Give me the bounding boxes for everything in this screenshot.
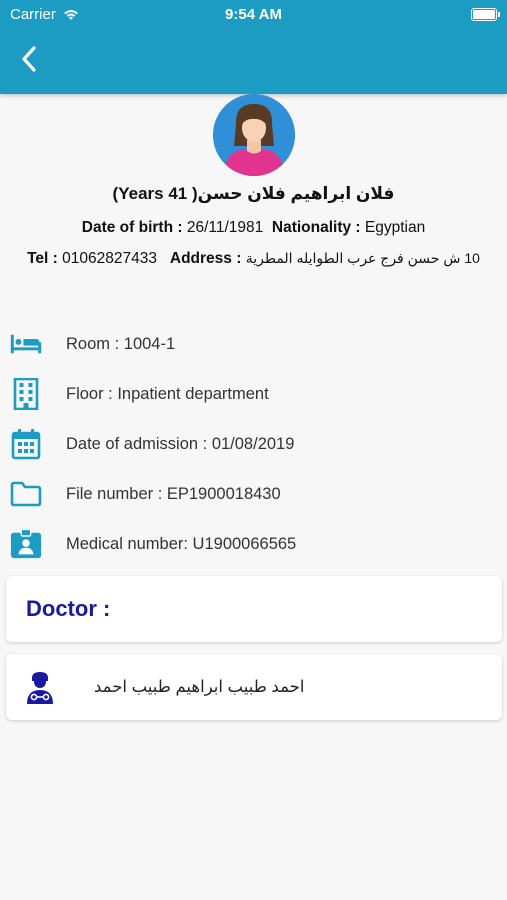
patient-avatar <box>213 94 295 176</box>
medical-number-row: Medical number: U1900066565 <box>10 527 490 561</box>
doctor-name: احمد طبيب ابراهيم طبيب احمد <box>94 678 305 696</box>
nationality-value: Egyptian <box>364 219 426 236</box>
status-time: 9:54 AM <box>225 6 282 23</box>
room-text: Room : 1004-1 <box>66 334 176 353</box>
nationality-label: Nationality : <box>271 219 361 236</box>
file-number-text: File number : EP1900018430 <box>66 484 281 503</box>
back-button[interactable] <box>14 44 44 74</box>
file-number-row: File number : EP1900018430 <box>10 477 490 511</box>
calendar-icon <box>10 428 42 460</box>
doctor-section-card: Doctor : <box>6 576 502 642</box>
folder-icon <box>10 478 42 510</box>
tel-label: Tel : <box>27 250 58 267</box>
patient-info-row-2: Tel : 01062827433 Address : 10 ش حسن فرج… <box>0 250 507 268</box>
doctor-icon <box>26 672 54 704</box>
building-icon <box>10 378 42 410</box>
dob-label: Date of birth : <box>81 219 183 236</box>
chevron-left-icon <box>22 46 36 72</box>
doctor-section-title: Doctor : <box>26 596 111 621</box>
battery-icon <box>471 8 500 21</box>
floor-row: Floor : Inpatient department <box>10 377 490 411</box>
dob-value: 26/11/1981 <box>186 219 264 236</box>
floor-text: Floor : Inpatient department <box>66 384 269 403</box>
bed-icon <box>10 328 42 360</box>
status-bar: Carrier 9:54 AM <box>0 0 507 30</box>
room-row: Room : 1004-1 <box>10 327 490 361</box>
id-badge-icon <box>10 528 42 560</box>
patient-name: فلان ابراهيم فلان حسن( 41 Years) <box>112 184 395 203</box>
medical-number-text: Medical number: U1900066565 <box>66 534 297 553</box>
patient-info-row-1: Date of birth : 26/11/1981 Nationality :… <box>0 219 507 237</box>
app-header: Carrier 9:54 AM <box>0 0 507 94</box>
address-label: Address : <box>169 250 242 267</box>
doctor-card[interactable]: احمد طبيب ابراهيم طبيب احمد <box>6 654 502 720</box>
tel-value: 01062827433 <box>62 250 157 267</box>
address-value: 10 ش حسن فرج عرب الطوايله المطرية <box>245 250 480 266</box>
admission-text: Date of admission : 01/08/2019 <box>66 434 295 453</box>
admission-row: Date of admission : 01/08/2019 <box>10 427 490 461</box>
